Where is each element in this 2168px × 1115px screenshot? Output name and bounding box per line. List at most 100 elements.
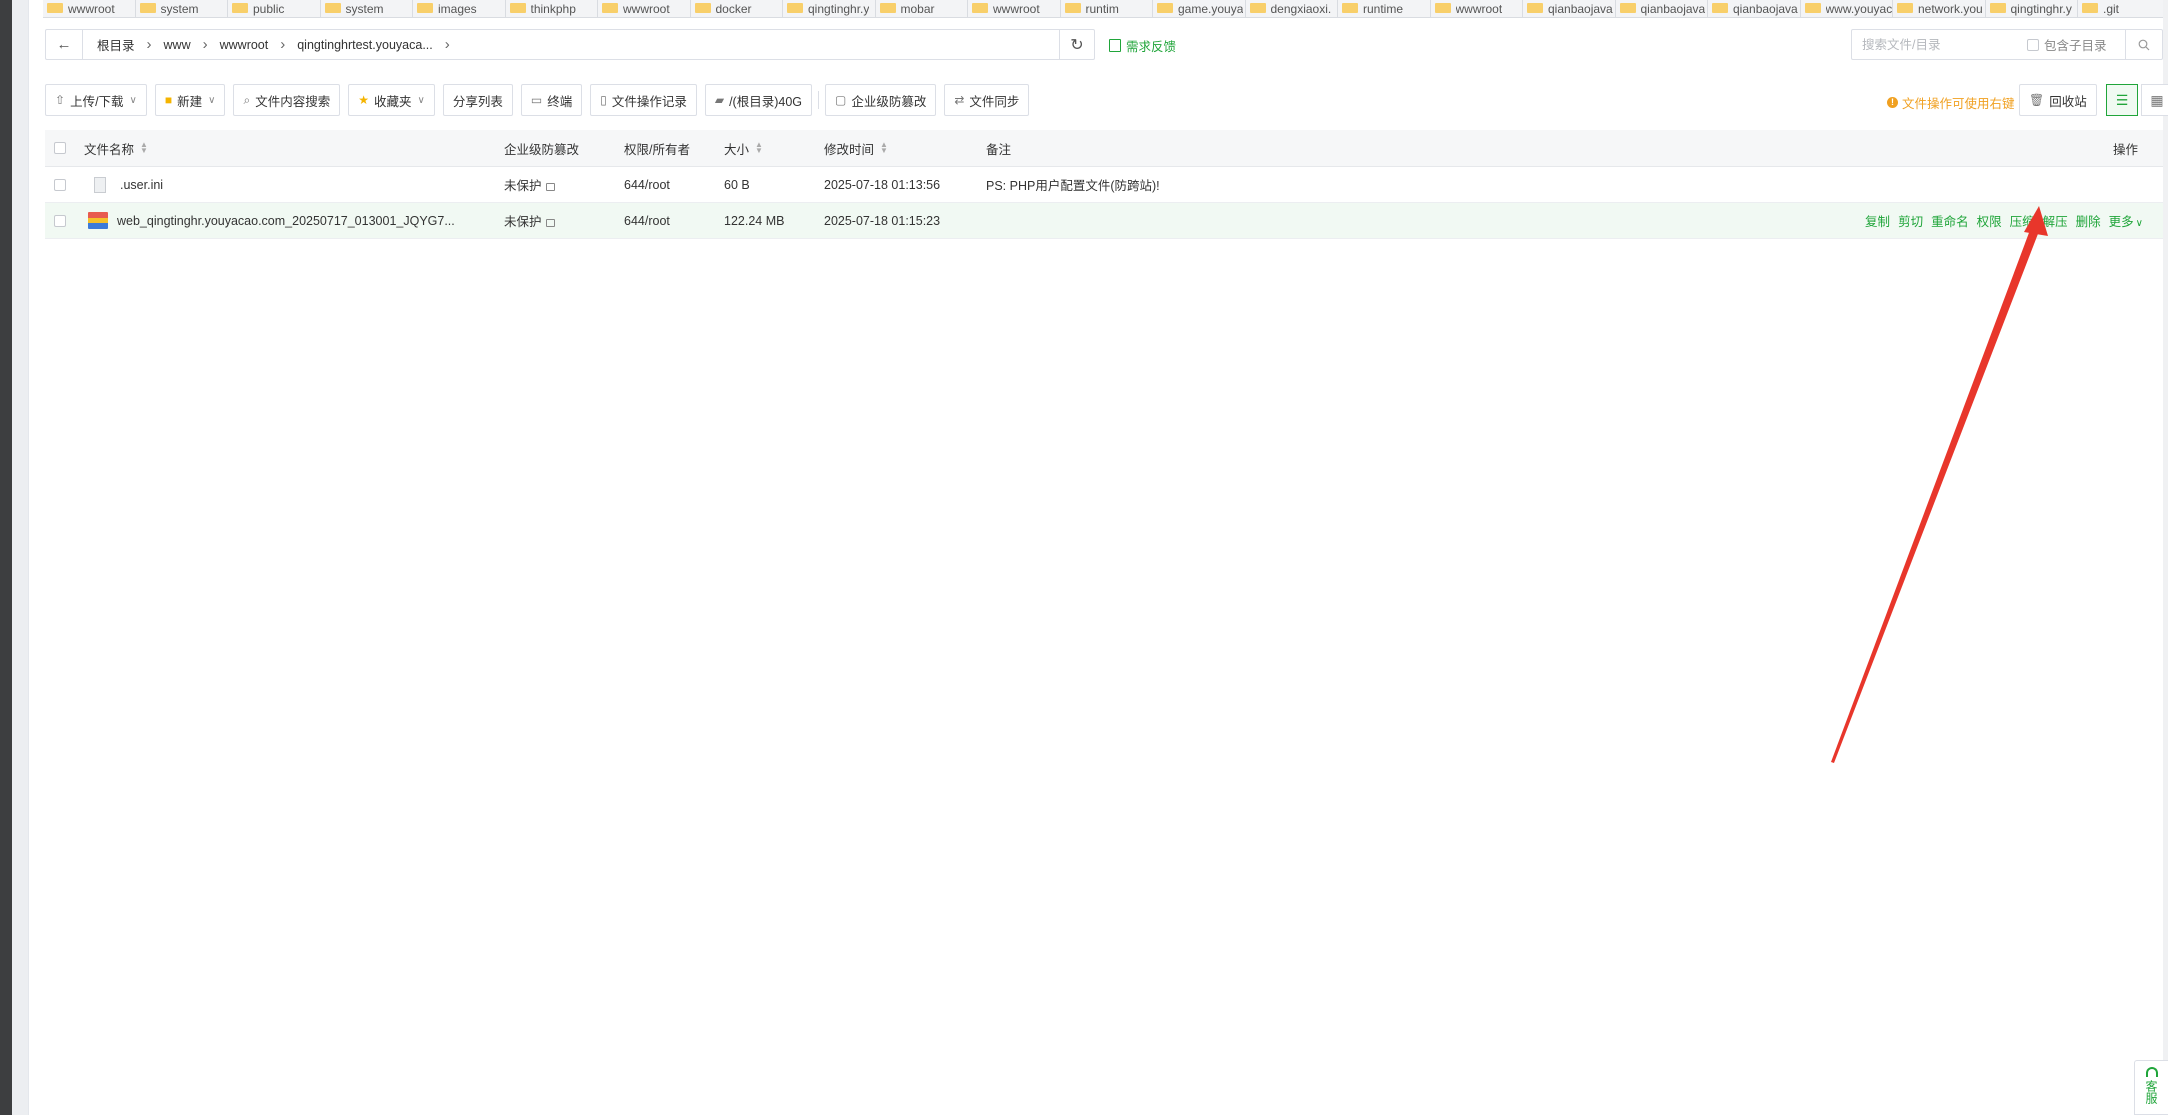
directory-tab[interactable]: system (320, 0, 413, 17)
row-checkbox[interactable] (54, 214, 66, 227)
file-permission[interactable]: 644/root (624, 214, 670, 228)
recycle-bin-button[interactable]: 🗑 回收站 (2019, 84, 2097, 116)
file-mtime: 2025-07-18 01:15:23 (824, 213, 941, 228)
directory-tab[interactable]: runtime (1338, 0, 1431, 17)
table-header: 文件名称 ▲ ▼ 企业级防篡改 权限/所有者 大小 ▲ ▼ 修改时间 ▲ ▼ 备注 操作 (45, 130, 2163, 167)
directory-tab[interactable]: mobar (875, 0, 968, 17)
disk-button[interactable]: ▰ /(根目录)40G (704, 84, 812, 116)
directory-tab[interactable]: dengxiaoxi. (1245, 0, 1338, 17)
cut-button[interactable]: 剪切 (1898, 211, 1923, 230)
search-icon: ⌕ (243, 92, 251, 107)
directory-tab[interactable]: thinkphp (505, 0, 598, 17)
favorites-button[interactable]: ★ 收藏夹 ∨ (348, 84, 435, 116)
terminal-button[interactable]: ▭ 终端 (520, 84, 583, 116)
hint-label: 文件操作可使用右键 (1902, 97, 2015, 111)
include-subdir-checkbox[interactable]: 包含子目录 (2027, 35, 2107, 54)
directory-tab-label: qingtinghr.y (2010, 1, 2072, 16)
file-sync-button[interactable]: ⇄ 文件同步 (944, 84, 1030, 116)
share-list-button[interactable]: 分享列表 (442, 84, 513, 116)
directory-tab[interactable]: network.you (1893, 0, 1986, 17)
tamper-protection-button[interactable]: ▢ 企业级防篡改 (825, 84, 937, 116)
directory-tab[interactable]: qingtinghr.y (1985, 0, 2078, 17)
directory-tab[interactable]: wwwroot (598, 0, 691, 17)
upload-icon: ⇧ (55, 93, 66, 107)
row-checkbox[interactable] (54, 178, 66, 191)
path-bar: ← 根目录 › www › wwwroot › qingtinghrtest.y… (45, 29, 1095, 60)
share-list-label: 分享列表 (452, 94, 503, 109)
left-dark-sidebar (0, 0, 12, 1115)
directory-tab[interactable]: wwwroot (43, 0, 136, 17)
customer-service-widget[interactable]: 客服 (2134, 1060, 2168, 1115)
delete-button[interactable]: 删除 (2076, 211, 2101, 230)
col-name[interactable]: 文件名称 ▲ ▼ (84, 130, 148, 166)
content-search-button[interactable]: ⌕ 文件内容搜索 (233, 84, 341, 116)
chevron-down-icon: ∨ (2135, 218, 2143, 229)
sort-icon: ▲ ▼ (755, 140, 763, 155)
directory-tab[interactable]: qianbaojava (1708, 0, 1801, 17)
directory-tab[interactable]: runtim (1060, 0, 1153, 17)
table-row[interactable]: .user.ini 未保护 644/root 60 B 2025-07-18 0… (45, 167, 2163, 203)
directory-tab-label: qingtinghr.y (808, 1, 870, 16)
file-name[interactable]: .user.ini (120, 178, 163, 192)
info-icon: ! (1887, 97, 1898, 108)
refresh-button[interactable]: ↻ (1059, 30, 1094, 59)
col-protect: 企业级防篡改 (504, 130, 579, 166)
directory-tab[interactable]: .git (2078, 0, 2163, 17)
directory-tab-label: images (438, 1, 477, 16)
directory-tab[interactable]: wwwroot (1430, 0, 1523, 17)
folder-icon (1989, 2, 2006, 13)
rename-button[interactable]: 重命名 (1931, 211, 1969, 230)
directory-tab[interactable]: game.youya (1153, 0, 1246, 17)
customer-service-label: 客服 (2144, 1080, 2158, 1104)
search-button[interactable] (2125, 30, 2162, 59)
grid-view-button[interactable]: ▦ (2141, 84, 2168, 116)
directory-tab[interactable]: qianbaojava (1615, 0, 1708, 17)
directory-tab[interactable]: qianbaojava (1523, 0, 1616, 17)
directory-tab[interactable]: docker (690, 0, 783, 17)
document-icon: ▯ (600, 93, 607, 107)
feedback-label: 需求反馈 (1126, 40, 1177, 54)
copy-button[interactable]: 复制 (1865, 211, 1890, 230)
directory-tab[interactable]: public (228, 0, 321, 17)
table-row[interactable]: web_qingtinghr.youyacao.com_20250717_013… (45, 203, 2163, 239)
crumb-wwwroot[interactable]: wwwroot (220, 38, 269, 52)
crumb-site[interactable]: qingtinghrtest.youyaca... (297, 38, 433, 52)
directory-tab-label: .git (2103, 1, 2120, 16)
protect-status[interactable]: 未保护 (504, 175, 542, 194)
permission-button[interactable]: 权限 (1977, 211, 2002, 230)
col-mtime[interactable]: 修改时间 ▲ ▼ (824, 130, 888, 166)
directory-tab-label: system (345, 1, 384, 16)
folder-icon (509, 2, 526, 13)
upload-download-button[interactable]: ⇧ 上传/下载 ∨ (45, 84, 147, 116)
chevron-right-icon[interactable]: › (445, 36, 450, 53)
file-manager-panel: wwwroot system public system images thinkphp w… (28, 0, 2168, 1115)
col-perm-label: 权限/所有者 (624, 142, 690, 157)
crumb-root[interactable]: 根目录 (97, 35, 135, 54)
operation-log-button[interactable]: ▯ 文件操作记录 (590, 84, 697, 116)
directory-tab[interactable]: system (135, 0, 228, 17)
directory-tab[interactable]: images (413, 0, 506, 17)
col-size[interactable]: 大小 ▲ ▼ (724, 130, 763, 166)
more-button[interactable]: 更多 ∨ (2109, 211, 2143, 230)
file-permission[interactable]: 644/root (624, 178, 670, 192)
search-input[interactable] (1860, 36, 2009, 53)
folder-icon (1434, 2, 1451, 13)
directory-tab[interactable]: www.youyac (1800, 0, 1893, 17)
file-name[interactable]: web_qingtinghr.youyacao.com_20250717_013… (117, 214, 455, 228)
directory-tab[interactable]: qingtinghr.y (783, 0, 876, 17)
folder-icon: ■ (164, 93, 173, 107)
protect-status[interactable]: 未保护 (504, 211, 542, 230)
back-button[interactable]: ← (46, 30, 83, 59)
select-all-checkbox[interactable] (54, 142, 66, 154)
extract-button[interactable]: 解压 (2043, 211, 2068, 230)
feedback-link[interactable]: 需求反馈 (1109, 36, 1176, 55)
search-icon (2138, 39, 2150, 50)
compress-button[interactable]: 压缩 (2010, 211, 2035, 230)
directory-tab-label: thinkphp (530, 1, 576, 16)
list-view-button[interactable]: ☰ (2106, 84, 2138, 116)
directory-tab[interactable]: wwwroot (968, 0, 1061, 17)
folder-icon (324, 2, 341, 13)
new-button[interactable]: ■ 新建 ∨ (154, 84, 226, 116)
folder-icon (2082, 2, 2098, 13)
crumb-www[interactable]: www (164, 38, 191, 52)
